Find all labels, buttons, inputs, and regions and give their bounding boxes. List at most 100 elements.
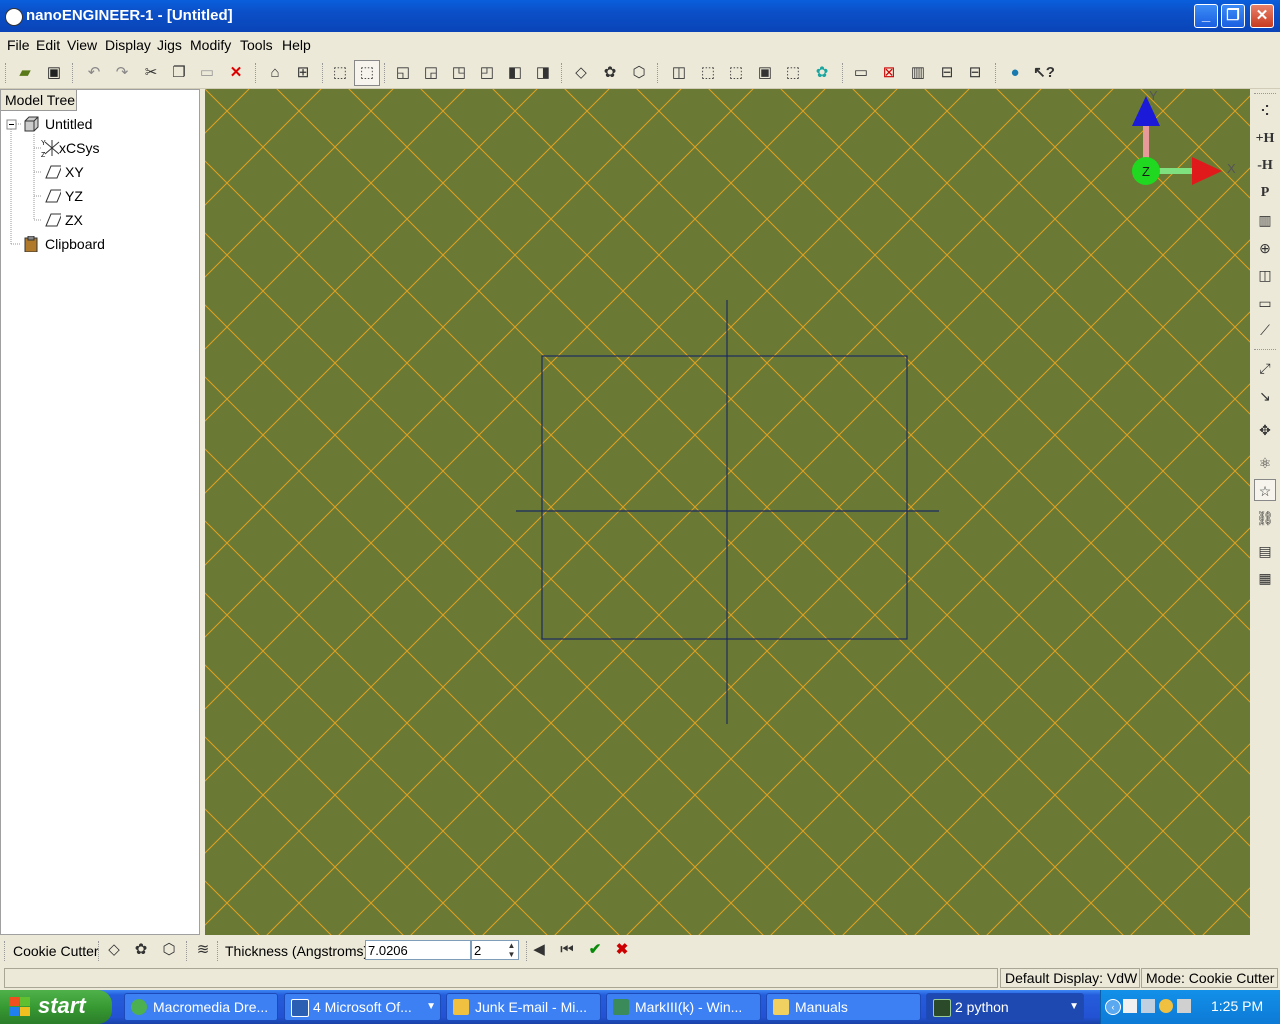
pointer-icon[interactable]: ↘: [1254, 385, 1276, 407]
menu-modify[interactable]: Modify: [190, 37, 231, 53]
layers-icon[interactable]: ≋: [192, 939, 214, 961]
unhide-icon[interactable]: ▥: [907, 62, 929, 84]
mail-icon[interactable]: [1123, 999, 1137, 1013]
maximize-button[interactable]: ❐: [1221, 4, 1245, 28]
undo-icon[interactable]: ↶: [83, 62, 105, 84]
menu-file[interactable]: File: [7, 37, 30, 53]
lattice-diamond-icon[interactable]: ◇: [103, 939, 125, 961]
pick-icon[interactable]: ⤢: [1254, 357, 1276, 379]
deposit-icon[interactable]: ⬡: [628, 62, 650, 84]
thickness-field[interactable]: 7.0206: [365, 940, 471, 960]
front-view-icon[interactable]: ◱: [392, 62, 414, 84]
part-mode-icon[interactable]: ◫: [1254, 264, 1276, 286]
delete-icon[interactable]: ✕: [225, 62, 247, 84]
user-icon[interactable]: [1177, 999, 1191, 1013]
left-view-icon[interactable]: ◧: [504, 62, 526, 84]
modify-icon[interactable]: ⊟: [936, 62, 958, 84]
lattice-graphite-icon[interactable]: ⬡: [158, 939, 180, 961]
main-toolbar: ▰ ▣ ↶ ↷ ✂ ❐ ▭ ✕ ⌂ ⊞ ⬚ ⬚ ◱ ◲ ◳ ◰ ◧ ◨ ◇ ✿ …: [0, 57, 1280, 89]
menu-view[interactable]: View: [67, 37, 97, 53]
back-view-icon[interactable]: ◲: [420, 62, 442, 84]
hide-icon[interactable]: ⊠: [878, 62, 900, 84]
spin-arrows-icon[interactable]: ▲ ▼: [506, 941, 517, 959]
save-icon[interactable]: ▣: [43, 62, 65, 84]
outlook-icon: [453, 999, 469, 1015]
menu-edit[interactable]: Edit: [36, 37, 60, 53]
clock-tray-icon[interactable]: [1159, 999, 1173, 1013]
display-mode-icon[interactable]: ▤: [1254, 540, 1276, 562]
bond-mode-icon[interactable]: ▭: [1254, 292, 1276, 314]
whats-this-icon[interactable]: ↖?: [1033, 62, 1055, 84]
layers-spinbox[interactable]: 2 ▲ ▼: [471, 940, 519, 960]
extrude-mode-icon[interactable]: ⛓: [1254, 507, 1276, 529]
element-selector-icon[interactable]: ▭: [850, 62, 872, 84]
task-markiii[interactable]: MarkIII(k) - Win...: [606, 993, 761, 1021]
start-button[interactable]: start: [0, 990, 112, 1024]
toolbar-separator: [98, 941, 101, 961]
fit-view-icon[interactable]: ⊞: [292, 62, 314, 84]
menu-jigs[interactable]: Jigs: [157, 37, 182, 53]
tray-expand-icon[interactable]: ‹: [1105, 999, 1121, 1015]
toolbar-separator: [322, 63, 325, 83]
cpk-icon[interactable]: ✿: [811, 62, 833, 84]
toolbar-separator: [4, 941, 7, 961]
select-atoms-mode-icon[interactable]: ⠪: [1254, 100, 1276, 122]
cut-icon[interactable]: ✂: [140, 62, 162, 84]
cookie-cutter-icon[interactable]: ◫: [668, 62, 690, 84]
select-atoms-icon[interactable]: ◇: [570, 62, 592, 84]
right-view-icon[interactable]: ◨: [532, 62, 554, 84]
x-axis-label: X: [1227, 161, 1236, 176]
paste-icon[interactable]: ▭: [196, 62, 218, 84]
stretch-icon[interactable]: ⊟: [964, 62, 986, 84]
passivate-mode-icon[interactable]: P: [1254, 182, 1276, 204]
remove-hydrogen-icon[interactable]: -H: [1254, 155, 1276, 177]
back-icon[interactable]: ◀: [528, 939, 550, 961]
clock[interactable]: 1:25 PM: [1211, 998, 1263, 1014]
move-icon[interactable]: ▣: [754, 62, 776, 84]
open-icon[interactable]: ▰: [14, 62, 36, 84]
translate-icon[interactable]: ✥: [1254, 419, 1276, 441]
toolbar-separator: [5, 63, 8, 83]
folder-icon: [773, 999, 789, 1015]
fuse-icon[interactable]: ⬚: [725, 62, 747, 84]
sketch-mode-icon[interactable]: ⟋: [1254, 319, 1276, 341]
done-check-icon[interactable]: ✔: [584, 939, 606, 961]
menu-display[interactable]: Display: [105, 37, 151, 53]
network-icon[interactable]: [1141, 999, 1155, 1013]
redo-icon[interactable]: ↷: [111, 62, 133, 84]
copy-icon[interactable]: ❐: [168, 62, 190, 84]
graphics-area[interactable]: Z X Y: [205, 89, 1250, 935]
model-tree-tab[interactable]: Model Tree: [1, 90, 77, 111]
home-view-icon[interactable]: ⌂: [264, 62, 286, 84]
app-icon[interactable]: [5, 8, 23, 26]
lattice-lonsdaleite-icon[interactable]: ✿: [130, 939, 152, 961]
cancel-icon[interactable]: ✖: [611, 939, 633, 961]
add-hydrogen-icon[interactable]: +H: [1254, 128, 1276, 150]
passivate-icon[interactable]: ⬚: [782, 62, 804, 84]
element-color-icon[interactable]: ●: [1004, 62, 1026, 84]
task-manuals[interactable]: Manuals: [766, 993, 921, 1021]
group-arrow-icon: ▼: [1069, 1001, 1079, 1012]
close-button[interactable]: ✕: [1250, 4, 1274, 28]
toolbar-separator: [1254, 93, 1276, 96]
task-microsoft-office[interactable]: 4 Microsoft Of... ▼: [284, 993, 441, 1021]
atom-icon[interactable]: ⚛: [1254, 452, 1276, 474]
menu-help[interactable]: Help: [282, 37, 311, 53]
select-chunks-icon[interactable]: ✿: [599, 62, 621, 84]
minimize-button[interactable]: _: [1194, 4, 1218, 28]
task-junk-email[interactable]: Junk E-mail - Mi...: [446, 993, 601, 1021]
ortho-view-icon[interactable]: ⬚: [329, 62, 351, 84]
top-view-icon[interactable]: ◳: [448, 62, 470, 84]
restart-icon[interactable]: ⏮: [556, 939, 578, 961]
cookie-cutter-mode-icon[interactable]: ☆: [1254, 479, 1276, 501]
perspective-view-icon[interactable]: ⬚: [354, 60, 380, 86]
task-dreamweaver[interactable]: Macromedia Dre...: [124, 993, 278, 1021]
fuse-mode-icon[interactable]: ▦: [1254, 567, 1276, 589]
extrude-icon[interactable]: ⬚: [697, 62, 719, 84]
stretch-mode-icon[interactable]: ▥: [1254, 209, 1276, 231]
task-python[interactable]: 2 python ▼: [926, 993, 1084, 1021]
menu-tools[interactable]: Tools: [240, 37, 273, 53]
bottom-view-icon[interactable]: ◰: [476, 62, 498, 84]
task-label: 2 python: [955, 999, 1009, 1015]
rotate-mode-icon[interactable]: ⊕: [1254, 237, 1276, 259]
